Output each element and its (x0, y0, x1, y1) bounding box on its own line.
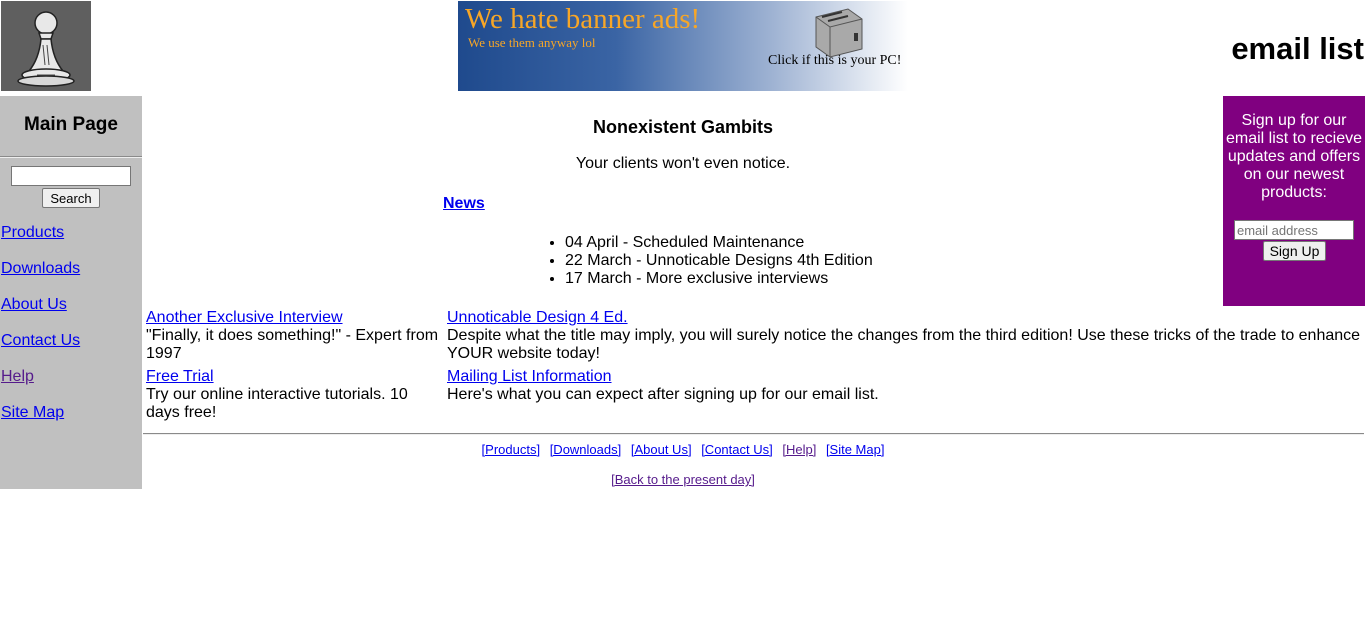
page-title: Nonexistent Gambits (592, 117, 774, 137)
sidebar-item-contact-us[interactable]: Contact Us (1, 331, 80, 350)
footer-link-downloads[interactable]: [Downloads] (550, 442, 622, 457)
footer-link-help[interactable]: [Help] (782, 442, 816, 457)
left-articles: Another Exclusive Interview "Finally, it… (146, 309, 442, 427)
sidebar-item-help[interactable]: Help (1, 367, 80, 386)
article-mailing-list: Mailing List Information Here's what you… (447, 368, 1365, 404)
news-link[interactable]: News (443, 195, 485, 213)
signup-description: Sign up for our email list to recieve up… (1225, 112, 1363, 201)
banner-subtitle: We use them anyway lol (468, 35, 596, 50)
news-item: 17 March - More exclusive interviews (565, 270, 873, 288)
email-list-heading: email list (1231, 31, 1364, 66)
sidebar-divider (0, 156, 142, 158)
footer-nav: [Products] [Downloads] [About Us] [Conta… (143, 442, 1223, 457)
sidebar-item-about-us[interactable]: About Us (1, 295, 80, 314)
footer-link-site-map[interactable]: [Site Map] (826, 442, 885, 457)
article-link-design[interactable]: Unnoticable Design 4 Ed. (447, 309, 1365, 327)
article-text: Despite what the title may imply, you wi… (447, 327, 1361, 362)
right-articles: Unnoticable Design 4 Ed. Despite what th… (447, 309, 1365, 409)
sidebar-title: Main Page (24, 114, 118, 135)
article-link-interview[interactable]: Another Exclusive Interview (146, 309, 442, 327)
article-design: Unnoticable Design 4 Ed. Despite what th… (447, 309, 1365, 363)
search-input[interactable] (11, 166, 131, 186)
article-text: Try our online interactive tutorials. 10… (146, 386, 408, 421)
article-link-mailing-list[interactable]: Mailing List Information (447, 368, 1365, 386)
banner-cta: Click if this is your PC! (768, 53, 902, 68)
article-link-free-trial[interactable]: Free Trial (146, 368, 442, 386)
news-item: 04 April - Scheduled Maintenance (565, 234, 873, 252)
footer-link-products[interactable]: [Products] (482, 442, 541, 457)
left-sidebar: Main Page Search Products Downloads Abou… (0, 96, 142, 489)
article-interview: Another Exclusive Interview "Finally, it… (146, 309, 442, 363)
sidebar-item-site-map[interactable]: Site Map (1, 403, 80, 422)
news-item: 22 March - Unnoticable Designs 4th Editi… (565, 252, 873, 270)
back-to-present-link[interactable]: [Back to the present day] (611, 472, 755, 487)
article-text: Here's what you can expect after signing… (447, 386, 879, 403)
banner-ad[interactable]: We hate banner ads! We use them anyway l… (458, 1, 908, 91)
search-button[interactable]: Search (42, 188, 100, 208)
email-signup-box: Sign up for our email list to recieve up… (1223, 96, 1365, 306)
page-tagline: Your clients won't even notice. (575, 155, 791, 172)
sign-up-button[interactable]: Sign Up (1263, 241, 1326, 261)
footer-divider (143, 433, 1364, 435)
article-free-trial: Free Trial Try our online interactive tu… (146, 368, 442, 422)
sidebar-item-products[interactable]: Products (1, 223, 80, 242)
banner-title: We hate banner ads! (465, 3, 701, 35)
sidebar-nav: Products Downloads About Us Contact Us H… (1, 223, 80, 439)
toaster-icon (815, 8, 863, 58)
footer-link-contact-us[interactable]: [Contact Us] (701, 442, 773, 457)
news-list: 04 April - Scheduled Maintenance 22 Marc… (565, 234, 873, 288)
footer-link-about-us[interactable]: [About Us] (631, 442, 692, 457)
article-text: "Finally, it does something!" - Expert f… (146, 327, 439, 362)
sidebar-item-downloads[interactable]: Downloads (1, 259, 80, 278)
pawn-icon (1, 1, 91, 91)
site-logo (1, 1, 91, 91)
footer-back: [Back to the present day] (143, 472, 1223, 487)
email-field[interactable] (1234, 220, 1354, 240)
